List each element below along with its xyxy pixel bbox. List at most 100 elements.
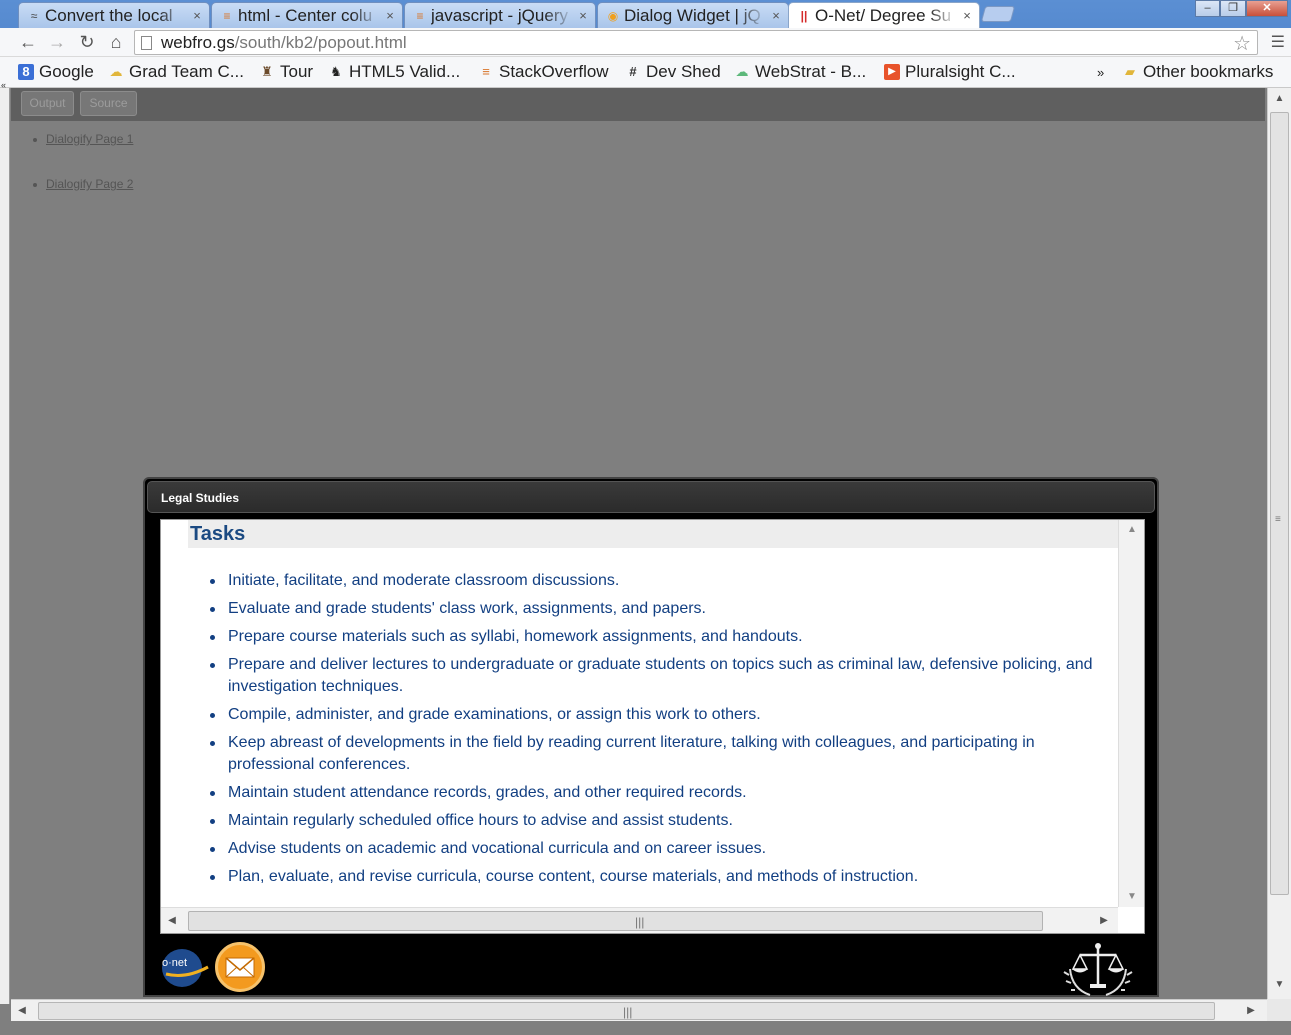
- address-bar[interactable]: webfro.gs/south/kb2/popout.html ☆: [134, 30, 1258, 55]
- validator-icon: ♞: [330, 64, 342, 79]
- output-button[interactable]: Output: [21, 91, 74, 116]
- bookmark-tour[interactable]: ♜ Tour: [259, 61, 313, 83]
- cloud-icon: ☁: [109, 64, 123, 79]
- dialog-title: Legal Studies: [161, 491, 240, 505]
- reload-icon[interactable]: ↻: [75, 31, 99, 53]
- stackoverflow-icon: ≡: [416, 8, 424, 23]
- page-viewport: « Output Source Dialogify Page 1 Dialogi…: [0, 80, 1291, 1035]
- tab-title: Convert the local: [45, 5, 173, 25]
- jquery-icon: ◉: [607, 8, 619, 23]
- bookmark-pluralsight[interactable]: ▶ Pluralsight C...: [884, 61, 1016, 83]
- close-tab-icon[interactable]: ×: [384, 8, 396, 23]
- webstrat-icon: ☁: [735, 64, 749, 79]
- scroll-right-icon[interactable]: ▶: [1093, 908, 1115, 934]
- folder-icon: ▰: [1125, 64, 1135, 79]
- browser-chrome: ≈ Convert the local × ≡ html - Center co…: [0, 0, 1291, 88]
- email-icon[interactable]: [215, 942, 265, 992]
- tab-dialog-widget[interactable]: ◉ Dialog Widget | jQ ×: [597, 2, 789, 28]
- bookmark-html5-validator[interactable]: ♞ HTML5 Valid...: [328, 61, 460, 83]
- bookmark-grad-team[interactable]: ☁ Grad Team C...: [108, 61, 244, 83]
- content-scroll-area[interactable]: Tasks Initiate, facilitate, and moderate…: [161, 520, 1118, 907]
- bookmarks-overflow-chevron[interactable]: »: [1097, 61, 1104, 83]
- scroll-left-icon[interactable]: ◀: [161, 908, 183, 934]
- back-icon[interactable]: ←: [16, 31, 40, 53]
- task-item: Evaluate and grade students' class work,…: [208, 598, 1118, 620]
- stackoverflow-icon: ≡: [223, 8, 231, 23]
- tasks-heading: Tasks: [188, 520, 1118, 548]
- task-item: Keep abreast of developments in the fiel…: [208, 732, 1118, 776]
- task-list: Initiate, facilitate, and moderate class…: [208, 570, 1118, 894]
- task-item: Plan, evaluate, and revise curricula, co…: [208, 866, 1118, 888]
- url-text: webfro.gs/south/kb2/popout.html: [161, 33, 407, 52]
- tab-onet-degree[interactable]: || O-Net/ Degree Su ×: [788, 2, 980, 28]
- page-vertical-scrollbar[interactable]: ▲ ≡ ▼: [1267, 88, 1291, 999]
- bookmark-google[interactable]: 8 Google: [18, 61, 94, 83]
- dialog-content: Tasks Initiate, facilitate, and moderate…: [160, 519, 1145, 934]
- restore-button[interactable]: ❐: [1220, 0, 1246, 17]
- dialogify-page-2-link[interactable]: Dialogify Page 2: [32, 177, 133, 191]
- grip-icon: ≡: [1275, 514, 1281, 525]
- tab-title: javascript - jQuery: [431, 5, 568, 25]
- task-item: Initiate, facilitate, and moderate class…: [208, 570, 1118, 592]
- tab-convert-local[interactable]: ≈ Convert the local ×: [18, 2, 210, 28]
- scroll-up-icon[interactable]: ▲: [1119, 520, 1145, 540]
- close-tab-icon[interactable]: ×: [770, 8, 782, 23]
- task-item: Prepare course materials such as syllabi…: [208, 626, 1118, 648]
- scrollbar-thumb[interactable]: ≡: [1270, 112, 1289, 895]
- bookmarks-bar: 8 Google ☁ Grad Team C... ♜ Tour ♞ HTML5…: [0, 57, 1291, 88]
- menu-icon[interactable]: ☰: [1271, 32, 1285, 52]
- dialog-horizontal-scrollbar[interactable]: ◀ ||| ▶: [161, 907, 1118, 933]
- task-item: Prepare and deliver lectures to undergra…: [208, 654, 1118, 698]
- tab-html-center[interactable]: ≡ html - Center colu ×: [211, 2, 403, 28]
- source-button[interactable]: Source: [80, 91, 137, 116]
- scroll-up-icon[interactable]: ▲: [1268, 88, 1291, 110]
- page-icon: [141, 36, 152, 50]
- tab-title: O-Net/ Degree Su: [815, 5, 952, 25]
- browser-toolbar: ← → ↻ ⌂ webfro.gs/south/kb2/popout.html …: [0, 28, 1291, 57]
- bookmark-webstrat[interactable]: ☁ WebStrat - B...: [734, 61, 867, 83]
- forward-icon[interactable]: →: [45, 31, 69, 53]
- task-item: Maintain regularly scheduled office hour…: [208, 810, 1118, 832]
- tab-strip: ≈ Convert the local × ≡ html - Center co…: [0, 0, 1291, 28]
- task-item: Maintain student attendance records, gra…: [208, 782, 1118, 804]
- task-item: Compile, administer, and grade examinati…: [208, 704, 1118, 726]
- tab-title: html - Center colu: [238, 5, 373, 25]
- close-window-button[interactable]: ✕: [1246, 0, 1288, 17]
- grip-icon: |||: [623, 1005, 633, 1019]
- tab-javascript-jquery[interactable]: ≡ javascript - jQuery ×: [404, 2, 596, 28]
- dialogify-page-1-link[interactable]: Dialogify Page 1: [32, 132, 133, 146]
- devshed-icon: #: [629, 64, 637, 79]
- scroll-down-icon[interactable]: ▼: [1268, 974, 1291, 996]
- bookmark-star-icon[interactable]: ☆: [1233, 31, 1251, 56]
- tab-title: Dialog Widget | jQ: [624, 5, 761, 25]
- other-bookmarks[interactable]: ▰ Other bookmarks: [1122, 61, 1273, 83]
- grip-icon: |||: [635, 915, 645, 929]
- page-horizontal-scrollbar[interactable]: ◀ ||| ▶: [11, 999, 1267, 1021]
- stackexchange-icon: ≈: [30, 8, 38, 23]
- home-icon[interactable]: ⌂: [104, 31, 128, 53]
- close-tab-icon[interactable]: ×: [191, 8, 203, 23]
- task-item: Advise students on academic and vocation…: [208, 838, 1118, 860]
- bookmark-stackoverflow[interactable]: ≡ StackOverflow: [478, 61, 608, 83]
- dialog-titlebar[interactable]: Legal Studies: [147, 481, 1155, 513]
- left-panel-strip: «: [0, 80, 10, 1004]
- svg-text:o·net: o·net: [162, 957, 187, 969]
- close-tab-icon[interactable]: ×: [577, 8, 589, 23]
- bookmark-dev-shed[interactable]: # Dev Shed: [625, 61, 720, 83]
- close-tab-icon[interactable]: ×: [961, 8, 973, 23]
- tour-icon: ♜: [261, 64, 273, 79]
- scroll-left-icon[interactable]: ◀: [11, 1000, 33, 1022]
- scrollbar-thumb[interactable]: |||: [188, 911, 1043, 931]
- onet-logo[interactable]: o·net: [160, 947, 210, 987]
- page-header-bar: Output Source: [11, 88, 1265, 121]
- google-icon: 8: [18, 64, 34, 80]
- minimize-button[interactable]: –: [1195, 0, 1220, 17]
- scroll-right-icon[interactable]: ▶: [1240, 1000, 1262, 1022]
- scroll-down-icon[interactable]: ▼: [1119, 887, 1145, 907]
- scrollbar-thumb[interactable]: |||: [38, 1002, 1215, 1020]
- scales-of-justice-icon: [1063, 943, 1133, 996]
- stackoverflow-icon: ≡: [482, 64, 490, 79]
- dialog-window: Legal Studies Tasks Initiate, facilitate…: [143, 477, 1159, 997]
- dialog-vertical-scrollbar[interactable]: ▲ ▼: [1118, 520, 1144, 907]
- new-tab-button[interactable]: [980, 6, 1016, 22]
